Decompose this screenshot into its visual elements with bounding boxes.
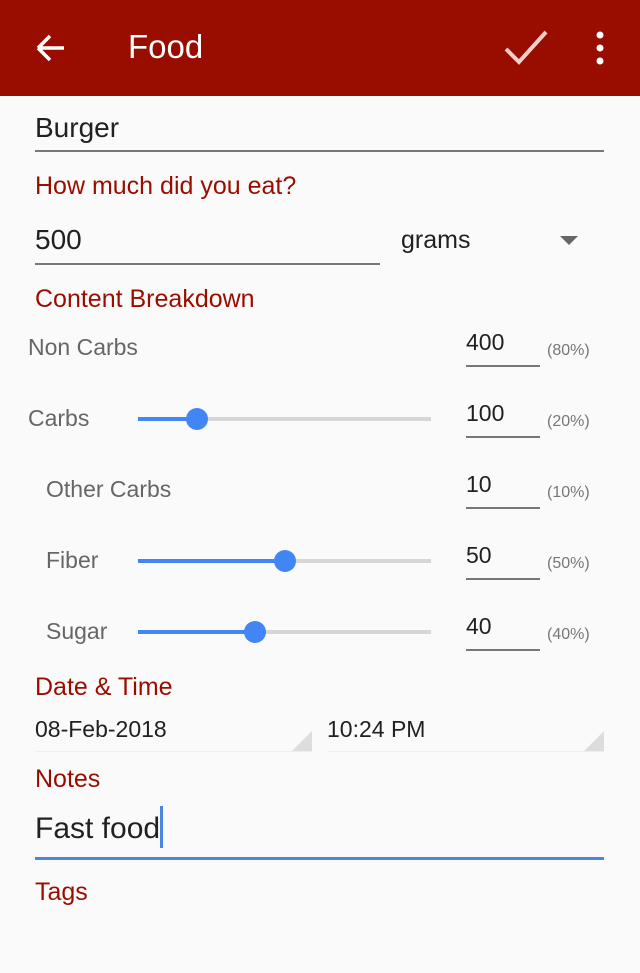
sugar-slider[interactable] bbox=[138, 621, 431, 643]
unit-value[interactable]: grams bbox=[401, 226, 470, 255]
slider-fill bbox=[138, 559, 285, 563]
non-carbs-input[interactable]: 400 bbox=[466, 329, 540, 367]
dropdown-caret-icon[interactable] bbox=[560, 236, 578, 245]
check-icon[interactable] bbox=[503, 28, 549, 68]
datetime-label: Date & Time bbox=[35, 673, 173, 701]
slider-thumb[interactable] bbox=[273, 550, 296, 572]
food-name-input[interactable]: Burger bbox=[35, 108, 604, 152]
fiber-label: Fiber bbox=[46, 547, 99, 573]
slider-thumb[interactable] bbox=[185, 408, 208, 430]
arrow-left-icon[interactable] bbox=[34, 28, 68, 68]
non-carbs-percent: (80%) bbox=[547, 342, 590, 359]
fiber-slider[interactable] bbox=[138, 550, 431, 572]
date-picker[interactable]: 08-Feb-2018 bbox=[35, 710, 312, 752]
other-carbs-input[interactable]: 10 bbox=[466, 471, 540, 509]
slider-thumb[interactable] bbox=[244, 621, 267, 643]
notes-input[interactable]: Fast food bbox=[35, 806, 604, 860]
carbs-label: Carbs bbox=[28, 405, 90, 431]
spinner-corner-icon bbox=[292, 731, 312, 751]
other-carbs-percent: (10%) bbox=[547, 484, 590, 501]
carbs-percent: (20%) bbox=[547, 413, 590, 430]
sugar-input[interactable]: 40 bbox=[466, 613, 540, 651]
notes-value: Fast food bbox=[35, 812, 161, 845]
more-vert-icon[interactable] bbox=[590, 30, 610, 66]
fiber-input[interactable]: 50 bbox=[466, 542, 540, 580]
amount-input[interactable]: 500 bbox=[35, 220, 380, 265]
text-cursor bbox=[160, 806, 164, 849]
tags-label: Tags bbox=[35, 878, 88, 906]
page-title: Food bbox=[128, 28, 204, 65]
spinner-corner-icon bbox=[584, 731, 604, 751]
time-picker[interactable]: 10:24 PM bbox=[327, 710, 604, 752]
sugar-label: Sugar bbox=[46, 618, 108, 644]
notes-label: Notes bbox=[35, 765, 101, 793]
carbs-input[interactable]: 100 bbox=[466, 400, 540, 438]
carbs-slider[interactable] bbox=[138, 408, 431, 430]
app-bar: Food bbox=[0, 0, 640, 96]
date-value: 08-Feb-2018 bbox=[35, 716, 167, 742]
breakdown-label: Content Breakdown bbox=[35, 285, 255, 313]
other-carbs-label: Other Carbs bbox=[46, 476, 172, 502]
sugar-percent: (40%) bbox=[547, 626, 590, 643]
non-carbs-label: Non Carbs bbox=[28, 334, 138, 360]
fiber-percent: (50%) bbox=[547, 555, 590, 572]
time-value: 10:24 PM bbox=[327, 716, 426, 742]
slider-fill bbox=[138, 630, 256, 634]
amount-label: How much did you eat? bbox=[35, 172, 297, 200]
